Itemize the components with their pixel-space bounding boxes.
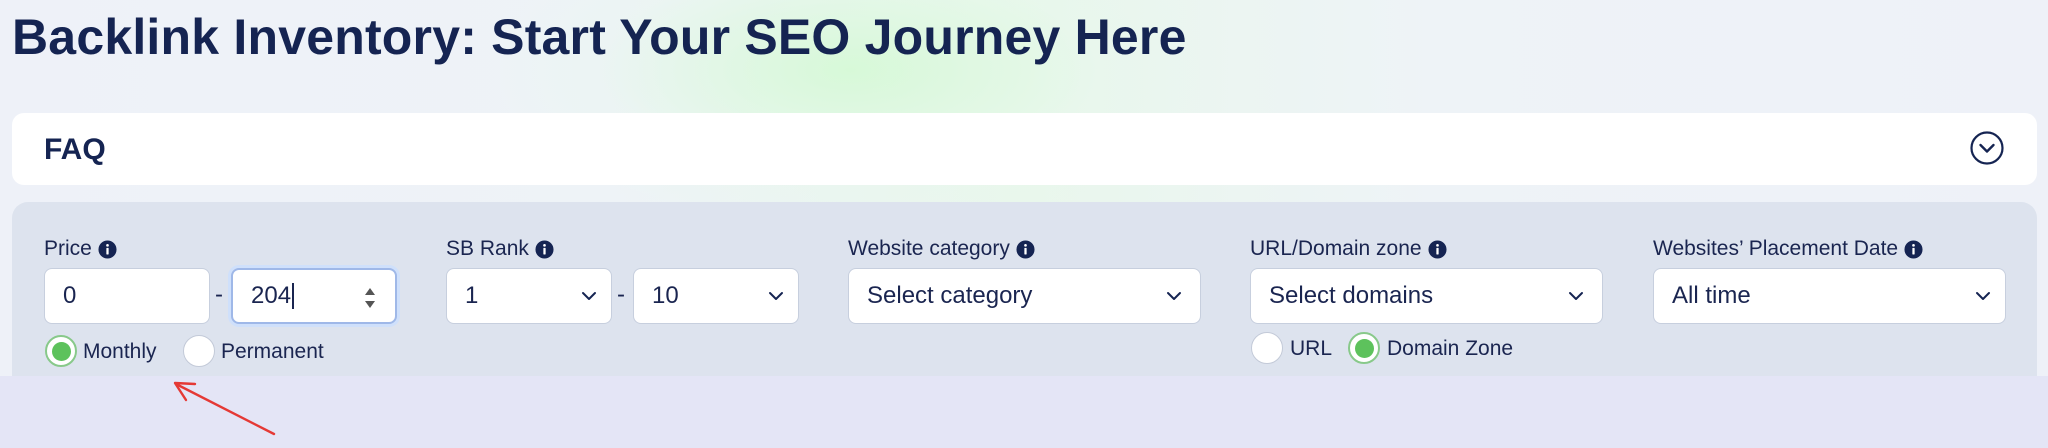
website-category-label: Website category <box>848 237 1010 260</box>
domain-zone-radio[interactable] <box>1348 332 1380 364</box>
placement-date-filter-label: Websites’ Placement Date <box>1653 237 1923 261</box>
url-label: URL <box>1290 337 1333 360</box>
website-category-placeholder: Select category <box>867 282 1033 309</box>
sb-rank-max-select[interactable]: 10 <box>633 268 799 324</box>
sb-rank-min-value: 1 <box>465 282 479 309</box>
chevron-down-icon <box>1976 292 1990 300</box>
faq-label: FAQ <box>44 133 106 166</box>
sb-rank-label: SB Rank <box>446 237 529 260</box>
domain-zone-placeholder: Select domains <box>1269 282 1434 309</box>
sb-rank-filter-label: SB Rank <box>446 237 554 261</box>
sb-rank-max-value: 10 <box>652 282 679 309</box>
info-icon[interactable] <box>98 239 117 259</box>
price-min-input[interactable]: 0 <box>44 268 210 324</box>
info-icon[interactable] <box>1904 239 1923 259</box>
website-category-select[interactable]: Select category <box>848 268 1201 324</box>
monthly-label: Monthly <box>83 340 157 363</box>
number-spinner-icon[interactable] <box>363 285 377 311</box>
info-icon[interactable] <box>535 239 554 259</box>
info-icon[interactable] <box>1016 239 1035 259</box>
chevron-down-icon <box>769 292 783 300</box>
domain-zone-option-label: Domain Zone <box>1387 337 1514 360</box>
price-min-value: 0 <box>63 282 77 309</box>
page-background-band <box>0 376 2048 448</box>
domain-zone-label: URL/Domain zone <box>1250 237 1422 260</box>
chevron-down-circle-icon[interactable] <box>1969 130 2005 166</box>
range-separator: - <box>215 281 223 308</box>
domain-zone-select[interactable]: Select domains <box>1250 268 1603 324</box>
permanent-label: Permanent <box>221 340 324 363</box>
price-filter-label: Price <box>44 237 117 261</box>
chevron-down-icon <box>1167 292 1181 300</box>
url-radio[interactable] <box>1251 332 1283 364</box>
page-title: Backlink Inventory: Start Your SEO Journ… <box>12 9 1187 65</box>
price-max-value: 204 <box>251 282 292 309</box>
chevron-down-icon <box>1569 292 1583 300</box>
price-label: Price <box>44 237 92 260</box>
permanent-radio[interactable] <box>183 335 215 367</box>
domain-zone-filter-label: URL/Domain zone <box>1250 237 1447 261</box>
range-separator: - <box>617 281 625 308</box>
info-icon[interactable] <box>1428 239 1447 259</box>
faq-accordion[interactable]: FAQ <box>12 113 2037 185</box>
monthly-radio[interactable] <box>45 335 77 367</box>
annotation-arrow-icon <box>173 381 276 436</box>
text-caret <box>292 283 294 309</box>
sb-rank-min-select[interactable]: 1 <box>446 268 612 324</box>
website-category-filter-label: Website category <box>848 237 1035 261</box>
placement-date-select[interactable]: All time <box>1653 268 2006 324</box>
chevron-down-icon <box>582 292 596 300</box>
placement-date-value: All time <box>1672 282 1751 309</box>
placement-date-label: Websites’ Placement Date <box>1653 237 1899 260</box>
price-max-input[interactable]: 204 <box>231 268 397 324</box>
